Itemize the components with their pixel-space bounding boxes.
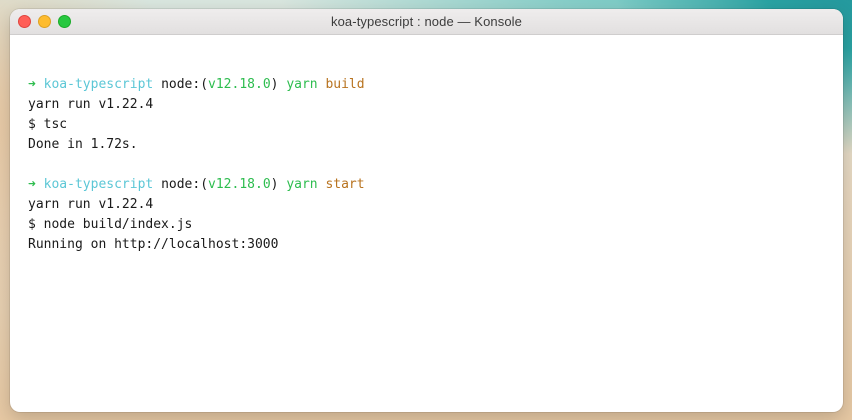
terminal-output[interactable]: ➜ koa-typescript node:(v12.18.0) yarn bu… (28, 75, 833, 255)
prompt-node-version: v12.18.0 (208, 177, 271, 192)
title-bar[interactable]: koa-typescript : node — Konsole (10, 9, 843, 35)
output-line: yarn run v1.22.4 (28, 197, 154, 212)
window-title: koa-typescript : node — Konsole (331, 14, 522, 29)
prompt-directory: koa-typescript (43, 77, 154, 92)
prompt-node-prefix: node:( (161, 77, 209, 92)
output-line: $ node build/index.js (28, 217, 193, 232)
output-line: yarn run v1.22.4 (28, 97, 154, 112)
output-line: Running on http://localhost:3000 (28, 237, 279, 252)
prompt-line: ➜ koa-typescript node:(v12.18.0) yarn bu… (28, 75, 833, 95)
output-line: $ tsc (28, 117, 68, 132)
output-line: Done in 1.72s. (28, 137, 138, 152)
prompt-command: yarn (286, 77, 318, 92)
prompt-node-suffix: ) (270, 77, 279, 92)
konsole-window: koa-typescript : node — Konsole ➜ koa-ty… (10, 9, 843, 412)
prompt-command: yarn (286, 177, 318, 192)
prompt-argument: start (325, 177, 365, 192)
prompt-node-prefix: node:( (161, 177, 209, 192)
prompt-arrow-icon: ➜ (28, 177, 36, 192)
prompt-node-version: v12.18.0 (208, 77, 271, 92)
prompt-argument: build (325, 77, 365, 92)
prompt-line: ➜ koa-typescript node:(v12.18.0) yarn st… (28, 175, 833, 195)
prompt-directory: koa-typescript (43, 177, 154, 192)
prompt-arrow-icon: ➜ (28, 77, 36, 92)
prompt-node-suffix: ) (270, 177, 279, 192)
